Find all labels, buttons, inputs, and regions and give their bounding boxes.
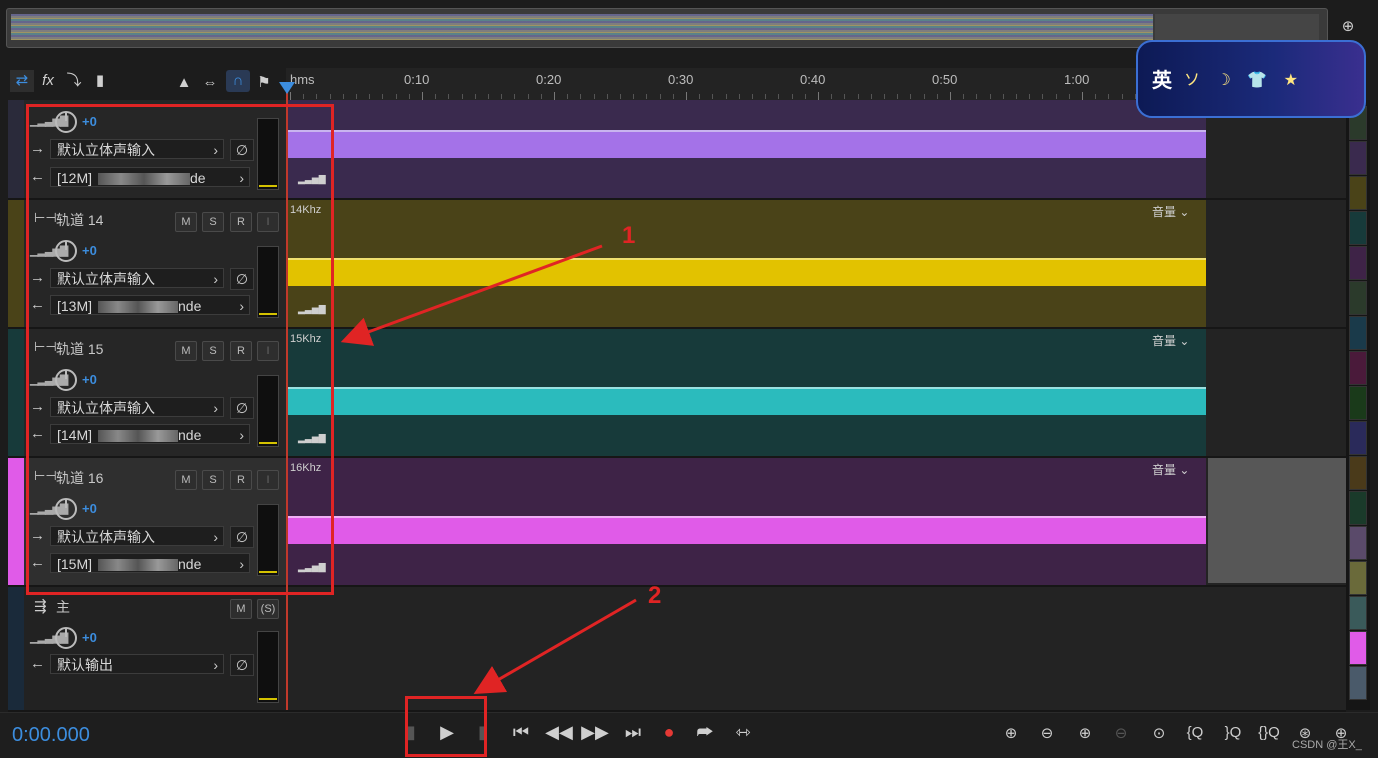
annotation-arrow-1 [340, 244, 603, 346]
annotation-arrows [340, 244, 637, 695]
annotation-arrow-2 [473, 598, 637, 695]
